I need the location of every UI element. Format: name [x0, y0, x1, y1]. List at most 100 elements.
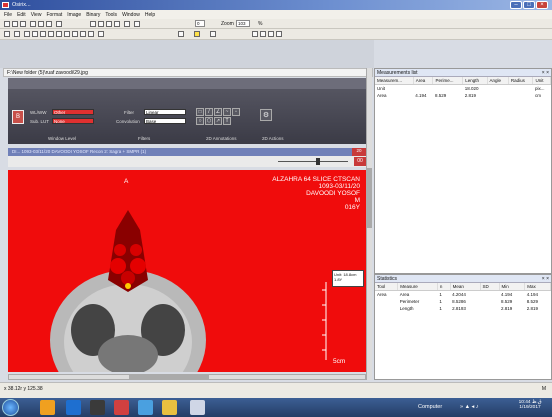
- convolution-select[interactable]: Base: [144, 118, 186, 124]
- column-header[interactable]: Perime...: [432, 77, 464, 85]
- firefox-icon[interactable]: [40, 400, 55, 415]
- copy-icon[interactable]: [38, 21, 44, 27]
- cut-icon[interactable]: [30, 21, 36, 27]
- menu-file[interactable]: File: [4, 12, 12, 19]
- save-icon[interactable]: [12, 21, 18, 27]
- column-header[interactable]: SD: [480, 283, 500, 291]
- ellipse-icon[interactable]: [64, 31, 70, 37]
- freehand-tool-icon[interactable]: ~: [223, 108, 231, 116]
- column-header[interactable]: Angle: [487, 77, 509, 85]
- column-header[interactable]: Measure: [397, 283, 438, 291]
- arrow-tool-icon[interactable]: ↗: [214, 117, 222, 125]
- freehand-icon[interactable]: [48, 31, 54, 37]
- lut-icon[interactable]: [210, 31, 216, 37]
- point-icon[interactable]: [98, 31, 104, 37]
- wl-select[interactable]: Other: [52, 109, 94, 115]
- angle-tool-icon[interactable]: ∠: [214, 108, 222, 116]
- tray-icons[interactable]: » ▲ ◂ ♪: [460, 404, 479, 410]
- app-red-icon[interactable]: [114, 400, 129, 415]
- menu-binary[interactable]: Binary: [86, 12, 100, 19]
- computer-label[interactable]: Computer: [418, 404, 442, 410]
- menu-tools[interactable]: Tools: [105, 12, 117, 19]
- rectangle-icon[interactable]: [80, 31, 86, 37]
- slider-end-button[interactable]: 00: [354, 157, 366, 166]
- filter-select[interactable]: Linear: [144, 109, 186, 115]
- media-icon[interactable]: [90, 400, 105, 415]
- zoom-input[interactable]: 103: [236, 20, 250, 27]
- brush-icon[interactable]: [124, 21, 130, 27]
- column-header[interactable]: Radius: [508, 77, 534, 85]
- rect-tool-icon[interactable]: □: [196, 108, 204, 116]
- paste-icon[interactable]: [46, 21, 52, 27]
- word-icon[interactable]: [138, 400, 153, 415]
- italic-icon[interactable]: [98, 21, 104, 27]
- zoom-in-icon[interactable]: [252, 31, 258, 37]
- undo-icon[interactable]: [56, 21, 62, 27]
- spin-input[interactable]: 0: [195, 20, 205, 27]
- hand-icon[interactable]: [14, 31, 20, 37]
- statistics-close-icon[interactable]: × ×: [542, 276, 549, 282]
- minimize-button[interactable]: –: [510, 1, 522, 9]
- wand-icon[interactable]: [178, 31, 184, 37]
- column-header[interactable]: Measurem...: [375, 77, 414, 85]
- angle-icon[interactable]: [32, 31, 38, 37]
- print-icon[interactable]: [20, 21, 26, 27]
- zoom-box[interactable]: 20: [352, 148, 366, 156]
- horizontal-scrollbar[interactable]: [8, 374, 366, 380]
- ie-icon[interactable]: [66, 400, 81, 415]
- sub-lut-select[interactable]: None: [52, 118, 94, 124]
- menu-view[interactable]: View: [31, 12, 42, 19]
- section-filters: Filters: [138, 136, 151, 141]
- open-icon[interactable]: [4, 21, 10, 27]
- menu-format[interactable]: Format: [46, 12, 62, 19]
- maximize-button[interactable]: □: [523, 1, 535, 9]
- color-swatch[interactable]: [194, 31, 200, 37]
- table-row[interactable]: Unit 18.020 pix...: [375, 85, 551, 93]
- slider-thumb[interactable]: [316, 158, 320, 165]
- vertical-scrollbar[interactable]: [366, 68, 372, 380]
- bold-icon[interactable]: [90, 21, 96, 27]
- fit-icon[interactable]: [276, 31, 282, 37]
- close-button[interactable]: ×: [536, 1, 548, 9]
- font-color-icon[interactable]: [114, 21, 120, 27]
- line-tool-icon[interactable]: /: [205, 108, 213, 116]
- osirix-task-icon[interactable]: [190, 400, 205, 415]
- folder-icon[interactable]: [162, 400, 177, 415]
- circle-icon[interactable]: [72, 31, 78, 37]
- column-header[interactable]: Mean: [450, 283, 481, 291]
- line-icon[interactable]: [24, 31, 30, 37]
- ellipse-tool-icon[interactable]: ○: [196, 117, 204, 125]
- zoom-out-icon[interactable]: [260, 31, 266, 37]
- ct-image-viewport[interactable]: A ALZAHRA 64 SLICE CTSCAN 1093-03/11/20 …: [8, 170, 366, 372]
- underline-icon[interactable]: [106, 21, 112, 27]
- menu-edit[interactable]: Edit: [17, 12, 26, 19]
- polygon-icon[interactable]: [56, 31, 62, 37]
- table-row[interactable]: Area Area 1 4.2044 4.194 4.194: [375, 291, 551, 299]
- column-header[interactable]: Max: [524, 283, 551, 291]
- pan-icon[interactable]: [268, 31, 274, 37]
- square-tool-icon[interactable]: ▫: [232, 108, 240, 116]
- start-button[interactable]: [2, 399, 19, 416]
- menu-help[interactable]: Help: [145, 12, 155, 19]
- column-header[interactable]: n: [437, 283, 451, 291]
- polyline-icon[interactable]: [40, 31, 46, 37]
- column-header[interactable]: Unit: [532, 77, 551, 85]
- measurements-close-icon[interactable]: × ×: [542, 70, 549, 76]
- delete-icon[interactable]: [88, 31, 94, 37]
- reset-button[interactable]: B: [12, 110, 24, 124]
- table-row[interactable]: Area 4.194 8.529 2.819 cm: [375, 92, 551, 99]
- column-header[interactable]: Min: [499, 283, 526, 291]
- table-row[interactable]: Length 1 2.8193 2.819 2.819: [375, 305, 551, 312]
- menu-image[interactable]: Image: [67, 12, 81, 19]
- table-row[interactable]: Perimeter 1 8.5286 8.529 8.529: [375, 298, 551, 305]
- settings-icon[interactable]: ⚙: [260, 109, 272, 121]
- menu-window[interactable]: Window: [122, 12, 140, 19]
- pin-icon[interactable]: [134, 21, 140, 27]
- polygon-tool-icon[interactable]: ⬡: [205, 117, 213, 125]
- column-header[interactable]: Area: [413, 77, 434, 85]
- text-tool-icon[interactable]: T: [223, 117, 231, 125]
- clock[interactable]: 10:44 ق.ظ 1/19/2017: [512, 400, 548, 410]
- column-header[interactable]: Tool: [375, 283, 399, 291]
- pointer-icon[interactable]: [4, 31, 10, 37]
- column-header[interactable]: Length: [462, 77, 488, 85]
